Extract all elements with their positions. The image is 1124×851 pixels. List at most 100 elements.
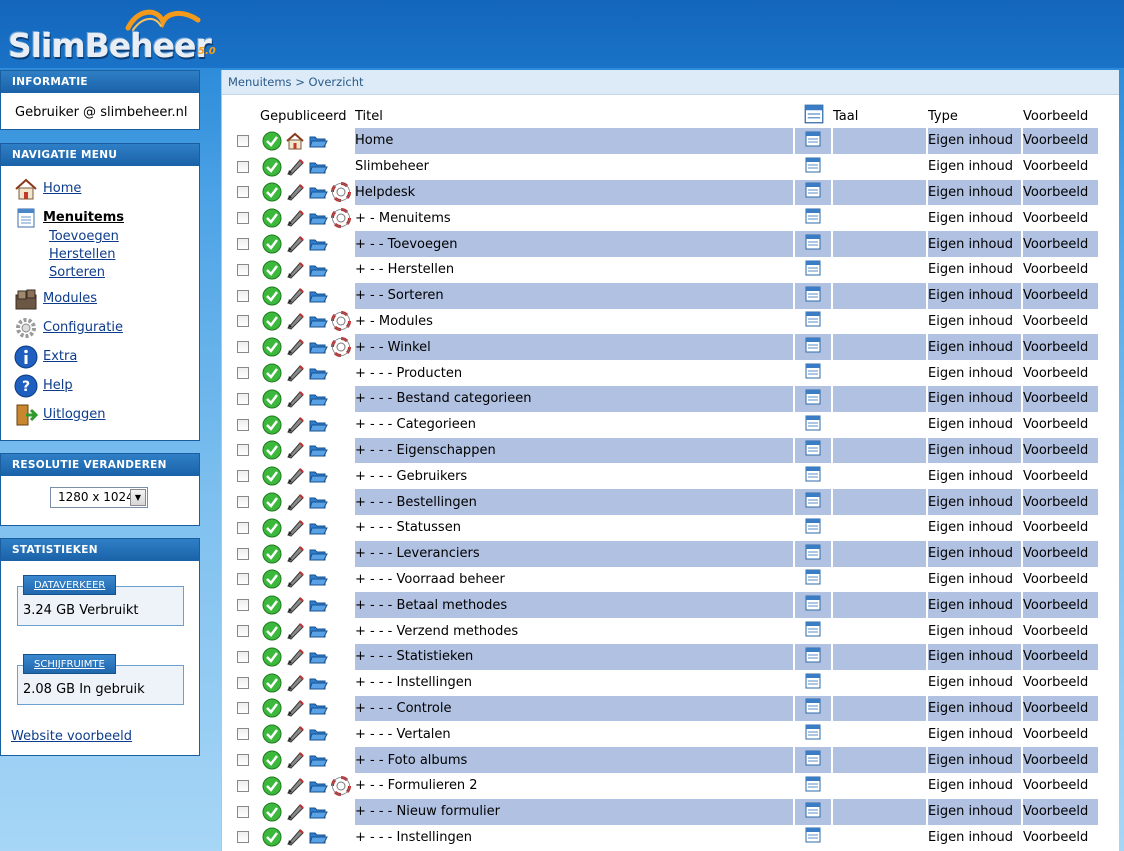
folder-open-icon[interactable] <box>308 363 328 383</box>
col-title[interactable]: Titel <box>355 104 795 128</box>
published-check-icon[interactable] <box>262 337 282 357</box>
published-check-icon[interactable] <box>262 673 282 693</box>
row-title[interactable]: + - - - Bestand categorieen <box>355 385 795 412</box>
row-checkbox[interactable] <box>237 263 249 276</box>
page-icon[interactable] <box>805 595 821 611</box>
row-checkbox[interactable] <box>237 212 249 225</box>
nav-link-home[interactable]: Home <box>43 181 81 196</box>
row-title[interactable]: + - - - Producten <box>355 360 795 386</box>
edit-pen-icon[interactable] <box>285 750 305 770</box>
row-checkbox[interactable] <box>237 728 249 741</box>
row-checkbox[interactable] <box>237 573 249 586</box>
page-icon[interactable] <box>805 208 821 224</box>
page-icon[interactable] <box>805 157 821 173</box>
row-checkbox[interactable] <box>237 496 249 509</box>
row-checkbox[interactable] <box>237 779 249 792</box>
published-check-icon[interactable] <box>262 234 282 254</box>
row-preview[interactable]: Voorbeeld <box>1023 514 1100 541</box>
published-check-icon[interactable] <box>262 260 282 280</box>
folder-open-icon[interactable] <box>308 389 328 409</box>
published-check-icon[interactable] <box>262 389 282 409</box>
row-checkbox[interactable] <box>237 547 249 560</box>
row-preview[interactable]: Voorbeeld <box>1023 695 1100 722</box>
edit-pen-icon[interactable] <box>285 260 305 280</box>
row-preview[interactable]: Voorbeeld <box>1023 256 1100 283</box>
page-icon[interactable] <box>805 776 821 792</box>
row-preview[interactable]: Voorbeeld <box>1023 153 1100 180</box>
page-icon[interactable] <box>805 621 821 637</box>
published-check-icon[interactable] <box>262 776 282 796</box>
folder-open-icon[interactable] <box>308 569 328 589</box>
row-title[interactable]: + - Modules <box>355 308 795 335</box>
page-icon[interactable] <box>805 415 821 431</box>
edit-pen-icon[interactable] <box>285 621 305 641</box>
row-checkbox[interactable] <box>237 702 249 715</box>
page-icon[interactable] <box>805 440 821 456</box>
row-preview[interactable]: Voorbeeld <box>1023 824 1100 851</box>
chevron-down-icon[interactable]: ▼ <box>130 489 146 506</box>
row-checkbox[interactable] <box>237 599 249 612</box>
edit-pen-icon[interactable] <box>285 827 305 847</box>
published-check-icon[interactable] <box>262 544 282 564</box>
edit-pen-icon[interactable] <box>285 518 305 538</box>
published-check-icon[interactable] <box>262 827 282 847</box>
row-checkbox[interactable] <box>237 676 249 689</box>
edit-pen-icon[interactable] <box>285 363 305 383</box>
edit-pen-icon[interactable] <box>285 647 305 667</box>
row-title[interactable]: + - - - Categorieen <box>355 411 795 438</box>
page-icon[interactable] <box>805 337 821 353</box>
published-check-icon[interactable] <box>262 569 282 589</box>
row-preview[interactable]: Voorbeeld <box>1023 721 1100 748</box>
folder-open-icon[interactable] <box>308 544 328 564</box>
folder-open-icon[interactable] <box>308 286 328 306</box>
edit-pen-icon[interactable] <box>285 208 305 228</box>
website-preview-link[interactable]: Website voorbeeld <box>11 729 132 744</box>
lifebuoy-icon[interactable] <box>331 182 351 203</box>
edit-pen-icon[interactable] <box>285 802 305 822</box>
lifebuoy-icon[interactable] <box>331 337 351 358</box>
row-preview[interactable]: Voorbeeld <box>1023 385 1100 412</box>
nav-item-modules[interactable]: Modules <box>13 284 199 313</box>
published-check-icon[interactable] <box>262 492 282 512</box>
row-preview[interactable]: Voorbeeld <box>1023 360 1100 386</box>
published-check-icon[interactable] <box>262 595 282 615</box>
folder-open-icon[interactable] <box>308 827 328 847</box>
row-preview[interactable]: Voorbeeld <box>1023 282 1100 309</box>
row-preview[interactable]: Voorbeeld <box>1023 128 1100 154</box>
folder-open-icon[interactable] <box>308 698 328 718</box>
edit-pen-icon[interactable] <box>285 311 305 331</box>
page-icon[interactable] <box>805 750 821 766</box>
row-checkbox[interactable] <box>237 831 249 844</box>
row-title[interactable]: Home <box>355 128 795 154</box>
published-check-icon[interactable] <box>262 182 282 202</box>
nav-link-menuitems[interactable]: Menuitems <box>43 210 124 225</box>
row-title[interactable]: + - - Formulieren 2 <box>355 772 795 799</box>
row-checkbox[interactable] <box>237 341 249 354</box>
row-title[interactable]: + - Menuitems <box>355 205 795 232</box>
nav-link-help[interactable]: Help <box>43 378 73 393</box>
page-icon[interactable] <box>805 569 821 585</box>
edit-pen-icon[interactable] <box>285 157 305 177</box>
edit-pen-icon[interactable] <box>285 440 305 460</box>
page-icon[interactable] <box>805 234 821 250</box>
row-preview[interactable]: Voorbeeld <box>1023 463 1100 490</box>
col-type[interactable]: Type <box>928 104 1023 128</box>
row-title[interactable]: + - - Winkel <box>355 334 795 361</box>
published-check-icon[interactable] <box>262 750 282 770</box>
lifebuoy-icon[interactable] <box>331 311 351 332</box>
row-title[interactable]: + - - - Betaal methodes <box>355 592 795 619</box>
row-checkbox[interactable] <box>237 315 249 328</box>
row-preview[interactable]: Voorbeeld <box>1023 618 1100 644</box>
row-preview[interactable]: Voorbeeld <box>1023 334 1100 361</box>
row-title[interactable]: + - - - Nieuw formulier <box>355 798 795 825</box>
row-preview[interactable]: Voorbeeld <box>1023 179 1100 206</box>
nav-item-extra[interactable]: Extra <box>13 342 199 371</box>
nav-link-modules[interactable]: Modules <box>43 291 97 306</box>
resolution-select[interactable]: 1280 x 1024 ▼ <box>50 487 148 508</box>
edit-pen-icon[interactable] <box>285 673 305 693</box>
page-icon[interactable] <box>805 724 821 740</box>
edit-pen-icon[interactable] <box>285 595 305 615</box>
page-icon[interactable] <box>805 698 821 714</box>
row-title[interactable]: + - - Herstellen <box>355 256 795 283</box>
published-check-icon[interactable] <box>262 157 282 177</box>
